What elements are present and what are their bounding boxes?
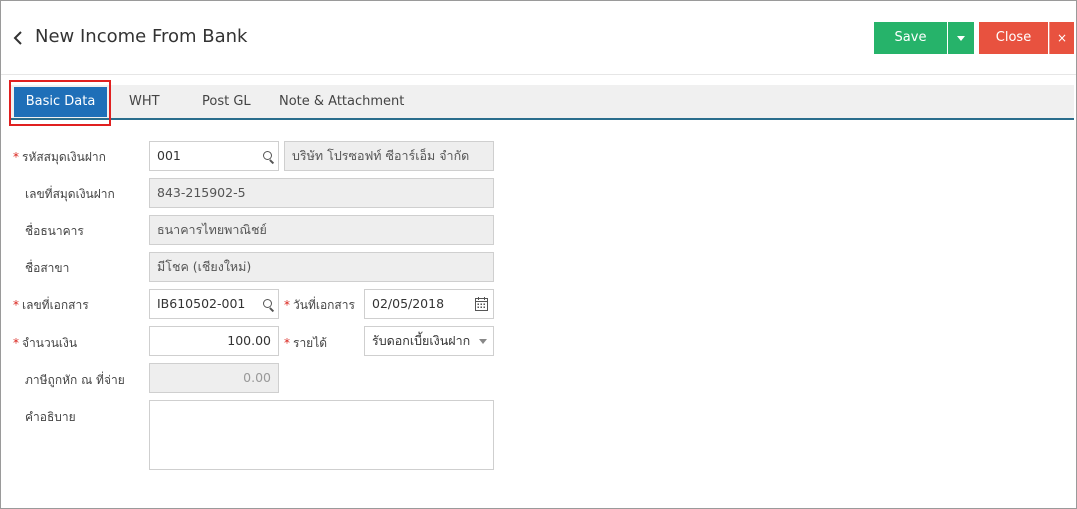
required-mark: *	[13, 336, 19, 350]
amount-label-text: จำนวนเงิน	[22, 336, 78, 350]
amount-label: * จำนวนเงิน	[13, 334, 77, 353]
bankbook-code-input[interactable]: 001	[149, 141, 279, 171]
branch-name-field: มีโชค (เชียงใหม่)	[149, 252, 494, 282]
bankbook-code-label-text: รหัสสมุดเงินฝาก	[22, 150, 106, 164]
tab-note-attachment[interactable]: Note & Attachment	[279, 85, 404, 118]
bankbook-code-label: * รหัสสมุดเงินฝาก	[13, 148, 106, 167]
search-icon[interactable]	[263, 299, 275, 312]
doc-date-label: * วันที่เอกสาร	[284, 296, 355, 315]
income-label: * รายได้	[284, 334, 327, 353]
back-button[interactable]	[11, 27, 27, 49]
description-label: คำอธิบาย	[25, 410, 76, 424]
description-textarea[interactable]	[149, 400, 494, 470]
branch-name-label: ชื่อสาขา	[25, 261, 70, 275]
doc-no-value: IB610502-001	[157, 296, 246, 311]
amount-input[interactable]: 100.00	[149, 326, 279, 356]
tab-post-gl[interactable]: Post GL	[202, 85, 251, 118]
caret-down-icon	[957, 36, 965, 41]
required-mark: *	[284, 298, 290, 312]
doc-no-label: * เลขที่เอกสาร	[13, 296, 89, 315]
chevron-left-icon	[13, 31, 22, 45]
save-dropdown-button[interactable]	[948, 22, 974, 54]
required-mark: *	[13, 298, 19, 312]
tab-bar: Basic Data WHT Post GL Note & Attachment	[9, 85, 1074, 120]
bankbook-code-value: 001	[157, 148, 181, 163]
doc-date-input[interactable]: 02/05/2018	[364, 289, 494, 319]
bank-name-field: ธนาคารไทยพาณิชย์	[149, 215, 494, 245]
close-button[interactable]: Close	[979, 22, 1048, 54]
window-frame: New Income From Bank Save Close × Basic …	[0, 0, 1077, 509]
doc-date-value: 02/05/2018	[372, 296, 445, 311]
bankbook-no-label: เลขที่สมุดเงินฝาก	[25, 187, 115, 201]
close-x-button[interactable]: ×	[1049, 22, 1074, 54]
page-header: New Income From Bank Save Close ×	[1, 1, 1076, 75]
page-title: New Income From Bank	[35, 26, 248, 47]
required-mark: *	[284, 336, 290, 350]
wht-field: 0.00	[149, 363, 279, 393]
doc-no-input[interactable]: IB610502-001	[149, 289, 279, 319]
save-button[interactable]: Save	[874, 22, 947, 54]
wht-label: ภาษีถูกหัก ณ ที่จ่าย	[25, 373, 125, 387]
income-select[interactable]: รับดอกเบี้ยเงินฝาก	[364, 326, 494, 356]
search-icon[interactable]	[263, 151, 275, 164]
bankbook-name-field: บริษัท โปรซอฟท์ ซีอาร์เอ็ม จำกัด	[284, 141, 494, 171]
bank-name-label: ชื่อธนาคาร	[25, 224, 84, 238]
calendar-icon[interactable]	[475, 297, 488, 311]
required-mark: *	[13, 150, 19, 164]
doc-no-label-text: เลขที่เอกสาร	[22, 298, 89, 312]
bankbook-no-field: 843-215902-5	[149, 178, 494, 208]
caret-down-icon	[479, 339, 487, 344]
tab-highlight-box	[9, 80, 111, 126]
tab-wht[interactable]: WHT	[129, 85, 160, 118]
income-label-text: รายได้	[293, 336, 328, 350]
doc-date-label-text: วันที่เอกสาร	[293, 298, 355, 312]
income-value: รับดอกเบี้ยเงินฝาก	[372, 333, 471, 348]
